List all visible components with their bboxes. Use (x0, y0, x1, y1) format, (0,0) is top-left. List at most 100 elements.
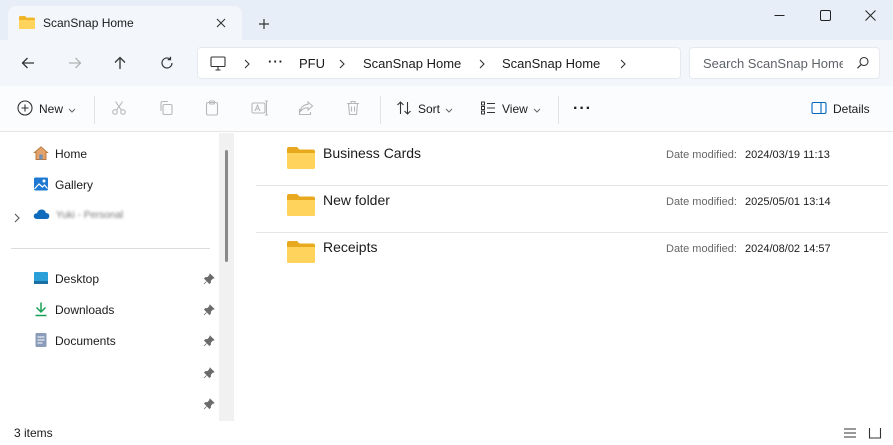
view-button[interactable]: View (480, 97, 541, 121)
download-icon (33, 301, 49, 320)
maximize-icon[interactable] (802, 0, 848, 30)
address-box[interactable]: ··· PFU ScanSnap Home ScanSnap Home (197, 47, 681, 79)
tab-title: ScanSnap Home (43, 16, 134, 30)
breadcrumb-pfu[interactable]: PFU (299, 56, 325, 71)
date-modified-value: 2025/05/01 13:14 (745, 196, 831, 208)
list-item[interactable]: New folder Date modified: 2025/05/01 13:… (256, 180, 888, 226)
refresh-icon[interactable] (153, 50, 181, 76)
sidebar-item-documents[interactable]: Documents (33, 331, 116, 351)
folder-icon (286, 240, 316, 267)
clipboard-icon (204, 99, 220, 119)
details-view-icon[interactable] (841, 424, 859, 442)
chevron-right-icon[interactable] (337, 57, 347, 71)
scissors-icon (111, 100, 127, 119)
pin-icon[interactable] (203, 335, 215, 347)
close-window-icon[interactable] (847, 0, 893, 30)
file-list: Business Cards Date modified: 2024/03/19… (234, 133, 893, 421)
sidebar-item-label: Home (55, 147, 88, 161)
list-item[interactable]: Business Cards Date modified: 2024/03/19… (256, 133, 888, 179)
sidebar-item-home[interactable]: Home (33, 144, 87, 164)
tab-scansnap-home[interactable]: ScanSnap Home (8, 6, 242, 40)
details-label: Details (833, 102, 870, 116)
share-icon (298, 100, 314, 119)
scrollbar-thumb[interactable] (225, 150, 228, 262)
desktop-icon (33, 270, 49, 289)
view-label: View (502, 102, 528, 116)
toolbar-divider (558, 96, 559, 124)
search-box[interactable]: Search ScanSnap Home (689, 47, 880, 79)
share-button[interactable] (298, 97, 314, 121)
date-modified-label: Date modified: (666, 196, 737, 208)
sidebar-divider (11, 248, 210, 249)
breadcrumb-scansnap-home[interactable]: ScanSnap Home (363, 56, 461, 71)
sidebar-item-downloads[interactable]: Downloads (33, 300, 114, 320)
more-options-button[interactable]: ··· (573, 97, 592, 121)
toolbar-divider (380, 96, 381, 124)
sidebar-item-label: Desktop (55, 272, 100, 286)
breadcrumb-scansnap-home-current[interactable]: ScanSnap Home (502, 56, 600, 71)
address-bar-row: ··· PFU ScanSnap Home ScanSnap Home Sear… (0, 40, 893, 86)
sidebar-item-gallery[interactable]: Gallery (33, 175, 93, 195)
sidebar-item-label: Downloads (55, 303, 115, 317)
chevron-right-icon[interactable] (242, 57, 252, 71)
pin-icon[interactable] (203, 304, 215, 316)
back-arrow-icon[interactable] (14, 50, 42, 76)
date-modified-value: 2024/08/02 14:57 (745, 243, 831, 255)
date-modified-label: Date modified: (666, 149, 737, 161)
minimize-icon[interactable] (756, 0, 802, 30)
sidebar-item-onedrive[interactable]: Yuki - Personal (33, 205, 123, 225)
computer-icon (210, 56, 226, 74)
chevron-down-icon (533, 102, 541, 116)
delete-button[interactable] (345, 97, 361, 121)
file-name: Business Cards (323, 145, 422, 161)
file-name: Receipts (323, 239, 378, 255)
date-modified-label: Date modified: (666, 243, 737, 255)
pin-icon[interactable] (203, 273, 215, 285)
sidebar-scrollbar[interactable] (219, 133, 234, 421)
folder-icon (286, 193, 316, 220)
rename-button[interactable] (251, 97, 269, 121)
sort-button[interactable]: Sort (396, 97, 453, 121)
new-label: New (39, 102, 64, 116)
up-arrow-icon[interactable] (106, 50, 134, 76)
more-options-icon: ··· (573, 100, 592, 117)
copy-button[interactable] (158, 97, 174, 121)
file-name: New folder (323, 192, 390, 208)
list-item[interactable]: Receipts Date modified: 2024/08/02 14:57 (256, 227, 888, 273)
sort-label: Sort (418, 102, 441, 116)
sidebar-item-label: Yuki - Personal (56, 209, 124, 221)
date-modified-value: 2024/03/19 11:13 (745, 149, 830, 161)
pin-icon[interactable] (203, 398, 215, 410)
chevron-right-icon[interactable] (477, 57, 487, 71)
copy-icon (158, 100, 174, 119)
chevron-right-icon[interactable] (618, 57, 628, 71)
chevron-down-icon (68, 102, 76, 116)
document-icon (33, 332, 49, 351)
plus-circle-icon (17, 99, 33, 119)
command-bar: New Sort View ··· Details (0, 86, 893, 132)
title-bar: ScanSnap Home (0, 0, 893, 40)
pin-icon[interactable] (203, 367, 215, 379)
tiles-view-icon[interactable] (866, 424, 884, 442)
trash-icon (345, 100, 361, 119)
details-button[interactable]: Details (811, 97, 870, 121)
new-tab-icon[interactable] (252, 12, 276, 36)
folder-icon (18, 15, 36, 33)
expand-chevron-icon[interactable] (11, 212, 23, 224)
rename-icon (251, 100, 269, 119)
close-tab-icon[interactable] (210, 12, 232, 34)
sidebar-item-label: Documents (55, 334, 116, 348)
sidebar-item-label: Gallery (55, 178, 94, 192)
status-bar: 3 items (0, 421, 893, 445)
details-pane-icon (811, 101, 827, 118)
toolbar-divider (94, 96, 95, 124)
sidebar-item-desktop[interactable]: Desktop (33, 269, 99, 289)
new-button[interactable]: New (17, 97, 76, 121)
breadcrumb-overflow[interactable]: ··· (268, 54, 284, 69)
folder-icon (286, 146, 316, 173)
cut-button[interactable] (111, 97, 127, 121)
search-input[interactable]: Search ScanSnap Home (703, 56, 843, 71)
forward-arrow-icon[interactable] (61, 50, 89, 76)
paste-button[interactable] (204, 97, 220, 121)
search-icon[interactable] (856, 56, 870, 73)
